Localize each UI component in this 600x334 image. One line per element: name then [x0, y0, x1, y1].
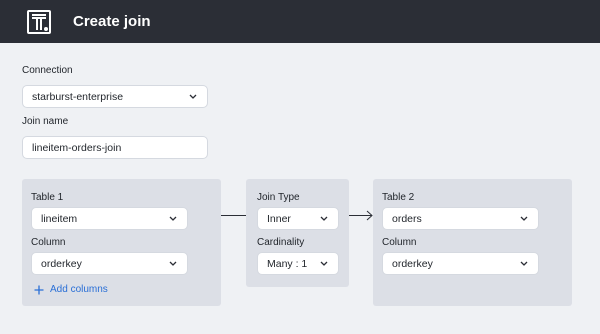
- add-columns-button[interactable]: Add columns: [34, 283, 108, 297]
- chevron-down-icon: [189, 94, 197, 99]
- cardinality-label: Cardinality: [257, 237, 305, 248]
- chevron-down-icon: [520, 216, 528, 221]
- join-name-input[interactable]: lineitem-orders-join: [22, 136, 208, 159]
- logo-icon: [27, 10, 51, 34]
- join-type-label: Join Type: [257, 192, 300, 203]
- join-type-value: Inner: [267, 213, 291, 225]
- table1-select[interactable]: lineitem: [31, 207, 188, 230]
- chevron-down-icon: [320, 261, 328, 266]
- table2-column-label: Column: [382, 237, 417, 248]
- table1-value: lineitem: [41, 213, 78, 225]
- page-title: Create join: [73, 13, 151, 30]
- plus-icon: [34, 285, 44, 295]
- table1-column-value: orderkey: [41, 258, 82, 270]
- connection-select[interactable]: starburst-enterprise: [22, 85, 208, 108]
- connector-line: [221, 215, 246, 216]
- table2-select[interactable]: orders: [382, 207, 539, 230]
- join-type-select[interactable]: Inner: [257, 207, 339, 230]
- table1-title: Table 1: [31, 192, 64, 203]
- connection-label: Connection: [22, 65, 73, 76]
- arrow-right-icon: [349, 210, 373, 221]
- cardinality-value: Many : 1: [267, 258, 308, 270]
- table2-value: orders: [392, 213, 422, 225]
- table2-column-select[interactable]: orderkey: [382, 252, 539, 275]
- top-bar: Create join: [0, 0, 600, 43]
- connection-value: starburst-enterprise: [32, 91, 124, 103]
- cardinality-select[interactable]: Many : 1: [257, 252, 339, 275]
- table2-column-value: orderkey: [392, 258, 433, 270]
- table2-title: Table 2: [382, 192, 415, 203]
- add-columns-label: Add columns: [50, 284, 108, 295]
- chevron-down-icon: [169, 216, 177, 221]
- chevron-down-icon: [520, 261, 528, 266]
- table1-column-label: Column: [31, 237, 66, 248]
- chevron-down-icon: [169, 261, 177, 266]
- table1-column-select[interactable]: orderkey: [31, 252, 188, 275]
- chevron-down-icon: [320, 216, 328, 221]
- join-name-label: Join name: [22, 116, 69, 127]
- join-name-value: lineitem-orders-join: [32, 142, 122, 154]
